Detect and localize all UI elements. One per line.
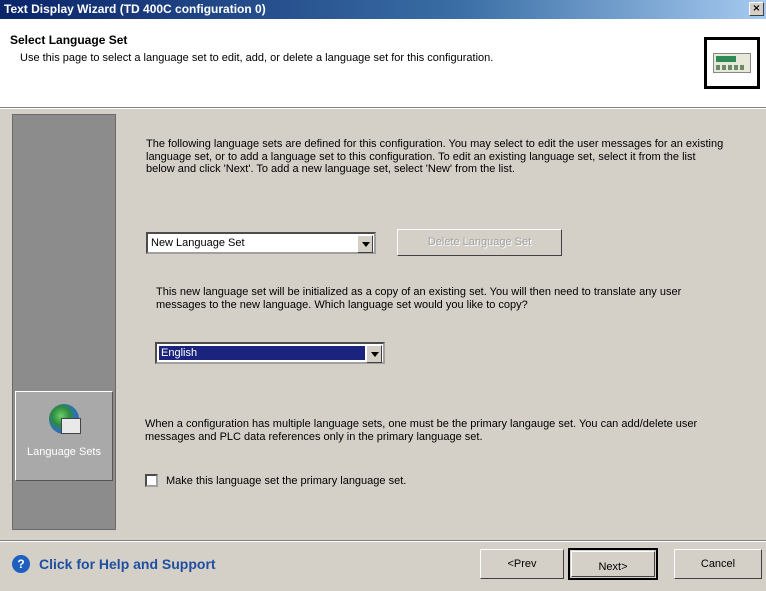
chevron-down-icon[interactable] — [366, 345, 382, 363]
wizard-header: Select Language Set Use this page to sel… — [0, 19, 766, 108]
next-button-label[interactable]: Next> — [598, 561, 627, 573]
copy-language-select-value: English — [158, 345, 366, 361]
sidebar-item-label: Language Sets — [26, 446, 101, 458]
globe-keyboard-icon — [49, 404, 81, 434]
primary-checkbox-label[interactable]: Make this language set the primary langu… — [166, 475, 406, 487]
primary-note-text: When a configuration has multiple langua… — [145, 418, 698, 443]
sidebar-item-language-sets[interactable]: Language Sets — [15, 391, 113, 481]
page-subtitle: Use this page to select a language set t… — [20, 52, 494, 64]
title-bar: Text Display Wizard (TD 400C configurati… — [0, 0, 766, 19]
language-set-select[interactable]: New Language Set — [146, 232, 376, 254]
prev-button[interactable]: <Prev — [480, 549, 564, 579]
help-link[interactable]: ? Click for Help and Support — [12, 555, 216, 573]
copy-language-select[interactable]: English — [155, 342, 385, 364]
delete-language-set-button[interactable]: Delete Language Set — [397, 229, 562, 256]
header-divider — [0, 108, 766, 109]
primary-checkbox[interactable] — [145, 474, 158, 487]
intro-text: The following language sets are defined … — [146, 138, 724, 175]
language-set-select-value: New Language Set — [151, 237, 245, 249]
text-display-device-icon — [704, 37, 760, 89]
page-title: Select Language Set — [10, 33, 128, 47]
close-icon[interactable]: × — [749, 2, 764, 16]
copy-note-text: This new language set will be initialize… — [156, 286, 682, 311]
primary-checkbox-row[interactable]: Make this language set the primary langu… — [145, 474, 406, 487]
window-title: Text Display Wizard (TD 400C configurati… — [4, 2, 266, 16]
cancel-button[interactable]: Cancel — [674, 549, 762, 579]
question-circle-icon[interactable]: ? — [12, 555, 30, 573]
sidebar: Language Sets — [12, 114, 116, 530]
chevron-down-icon[interactable] — [357, 235, 373, 253]
next-button-face[interactable]: Next> — [571, 551, 655, 577]
help-link-label[interactable]: Click for Help and Support — [39, 556, 216, 572]
next-button[interactable]: Next> — [568, 548, 658, 580]
footer-divider-highlight — [0, 541, 766, 542]
